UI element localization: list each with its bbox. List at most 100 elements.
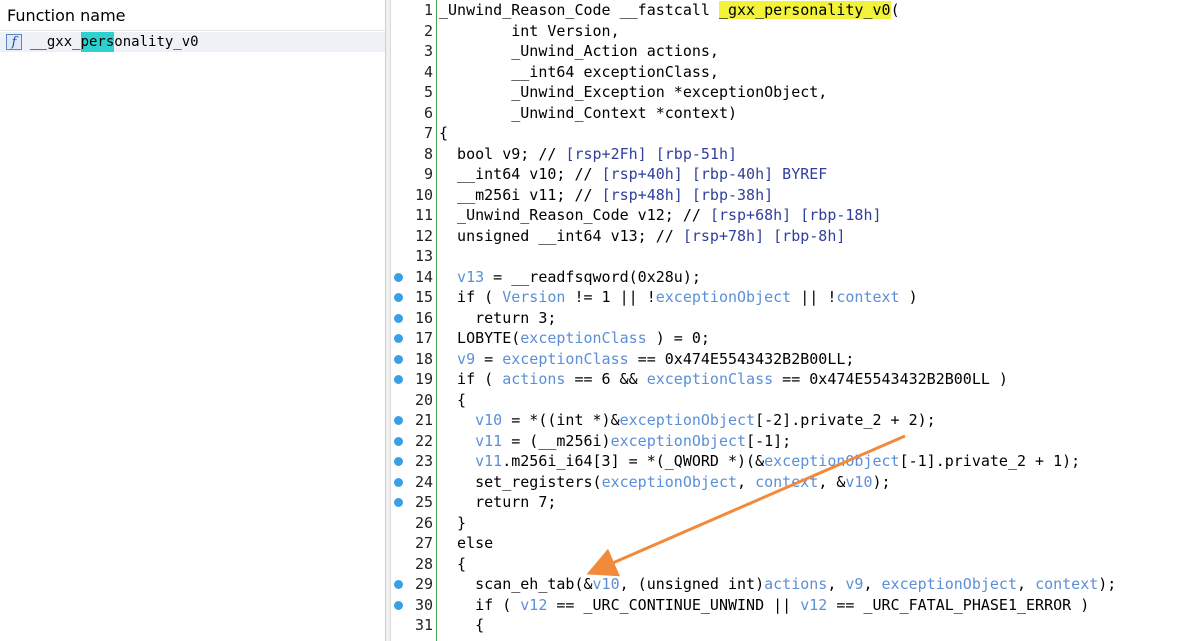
breakpoint-dot-icon[interactable] xyxy=(394,477,403,487)
code-text: __int64 v10; // [rsp+40h] [rbp-40h] BYRE… xyxy=(439,164,827,185)
breakpoint-dot-icon[interactable] xyxy=(394,580,403,589)
line-number: 22 xyxy=(414,431,433,450)
code-line[interactable]: 8 bool v9; // [rsp+2Fh] [rbp-51h] xyxy=(391,144,1200,165)
code-token: == _URC_CONTINUE_UNWIND || xyxy=(547,595,801,614)
code-line[interactable]: 2 int Version, xyxy=(391,21,1200,42)
code-token: } xyxy=(439,513,467,532)
line-number: 14 xyxy=(414,267,433,286)
code-line[interactable]: 6 _Unwind_Context *context) xyxy=(391,103,1200,124)
code-variable: v10 xyxy=(845,472,873,491)
code-line[interactable]: 7{ xyxy=(391,123,1200,144)
code-line[interactable]: 20 { xyxy=(391,390,1200,411)
code-line[interactable]: 5 _Unwind_Exception *exceptionObject, xyxy=(391,82,1200,103)
code-text: if ( Version != 1 || !exceptionObject ||… xyxy=(439,287,918,308)
code-variable: v10 xyxy=(439,411,503,429)
code-text: } xyxy=(439,513,466,534)
breakpoint-dot-icon[interactable] xyxy=(394,436,403,446)
code-comment: [rsp+78h] [rbp-8h] xyxy=(682,226,846,245)
code-token: scan_eh_tab(& xyxy=(439,575,593,593)
pseudocode-view[interactable]: 1 _Unwind_Reason_Code __fastcall _gxx_per… xyxy=(391,0,1200,641)
code-line[interactable]: 17 LOBYTE(exceptionClass ) = 0; xyxy=(391,328,1200,349)
line-number: 27 xyxy=(414,534,433,552)
line-number: 17 xyxy=(414,329,433,347)
breakpoint-dot-icon[interactable] xyxy=(394,313,403,323)
code-line[interactable]: 31 { xyxy=(391,615,1200,636)
code-line[interactable]: 21 v10 = *((int *)&exceptionObject[-2].p… xyxy=(391,410,1200,431)
code-line[interactable]: 15 if ( Version != 1 || !exceptionObject… xyxy=(391,287,1200,308)
breakpoint-dot-icon[interactable] xyxy=(394,498,403,507)
code-variable: actions xyxy=(764,575,828,593)
code-line[interactable]: 16 return 3; xyxy=(391,308,1200,329)
code-token: ); xyxy=(1098,575,1117,593)
code-line[interactable]: 28 { xyxy=(391,554,1200,575)
code-text: v11 = (__m256i)exceptionObject[-1]; xyxy=(439,431,791,452)
code-variable: exceptionObject xyxy=(764,452,900,470)
code-line[interactable]: 14 v13 = __readfsqword(0x28u); xyxy=(391,267,1200,288)
code-comment: [rsp+48h] [rbp-38h] xyxy=(601,185,774,204)
code-line[interactable]: 27 else xyxy=(391,533,1200,554)
code-token: __int64 exceptionClass, xyxy=(439,62,719,81)
code-line[interactable]: 1 _Unwind_Reason_Code __fastcall _gxx_per… xyxy=(391,0,1200,21)
code-text: { xyxy=(439,554,466,575)
breakpoint-dot-icon[interactable] xyxy=(394,416,403,425)
code-variable: actions xyxy=(502,370,566,388)
breakpoint-dot-icon[interactable] xyxy=(394,354,403,364)
code-token: { xyxy=(439,390,467,409)
code-line[interactable]: 10 __m256i v11; // [rsp+48h] [rbp-38h] xyxy=(391,185,1200,206)
code-line[interactable]: 11 _Unwind_Reason_Code v12; // [rsp+68h]… xyxy=(391,205,1200,226)
line-number: 24 xyxy=(414,472,433,491)
code-line[interactable]: 29 scan_eh_tab(&v10, (unsigned int)actio… xyxy=(391,574,1200,595)
code-token: _g xyxy=(718,1,738,19)
code-token: [-1]; xyxy=(746,431,792,450)
code-token: _Unwind_Context *context) xyxy=(439,103,738,122)
breakpoint-dot-icon[interactable] xyxy=(394,293,403,302)
code-line[interactable]: 3 _Unwind_Action actions, xyxy=(391,41,1200,62)
code-line[interactable]: 9 __int64 v10; // [rsp+40h] [rbp-40h] BY… xyxy=(391,164,1200,185)
breakpoint-dot-icon[interactable] xyxy=(394,272,403,282)
code-variable: v12 xyxy=(800,595,828,614)
code-line[interactable]: 23 v11.m256i_i64[3] = *(_QWORD *)(&excep… xyxy=(391,451,1200,472)
code-token: _Unwind_Reason_Code v12; // xyxy=(439,206,710,224)
breakpoint-dot-icon[interactable] xyxy=(394,375,403,384)
code-line[interactable]: 25 return 7; xyxy=(391,492,1200,513)
code-line[interactable]: 30 if ( v12 == _URC_CONTINUE_UNWIND || v… xyxy=(391,595,1200,616)
code-line[interactable]: 19 if ( actions == 6 && exceptionClass =… xyxy=(391,369,1200,390)
code-line[interactable]: 22 v11 = (__m256i)exceptionObject[-1]; xyxy=(391,431,1200,452)
line-number: 13 xyxy=(414,247,433,265)
breakpoint-dot-icon[interactable] xyxy=(394,600,403,610)
breakpoint-dot-icon[interactable] xyxy=(394,457,403,466)
code-token: _Unwind_Reason_Code __fastcall xyxy=(439,1,719,19)
code-text: _Unwind_Action actions, xyxy=(439,41,719,62)
code-line[interactable]: 26 } xyxy=(391,513,1200,534)
line-number: 2 xyxy=(423,21,433,40)
line-number: 18 xyxy=(414,349,433,368)
functions-panel-header[interactable]: Function name xyxy=(0,0,385,31)
code-text: { xyxy=(439,615,484,636)
code-comment: [rsp+68h] [rbp-18h] xyxy=(709,206,882,224)
breakpoint-dot-icon[interactable] xyxy=(394,334,403,343)
code-line[interactable]: 13 xyxy=(391,246,1200,267)
code-token: == 0x474E5543432B2B00LL; xyxy=(628,349,855,368)
code-text: if ( actions == 6 && exceptionClass == 0… xyxy=(439,369,1008,390)
code-variable: context xyxy=(755,472,819,491)
code-variable: context xyxy=(1035,575,1099,593)
code-line[interactable]: 4 __int64 exceptionClass, xyxy=(391,62,1200,83)
function-name-prefix: __gxx_ xyxy=(30,34,81,50)
code-text: _Unwind_Reason_Code v12; // [rsp+68h] [r… xyxy=(439,205,882,226)
code-token: unsigned __int64 v13; // xyxy=(439,226,683,245)
code-text: _Unwind_Reason_Code __fastcall _gxx_pers… xyxy=(439,0,900,21)
code-line[interactable]: 24 set_registers(exceptionObject, contex… xyxy=(391,472,1200,493)
code-token: { xyxy=(439,616,485,634)
code-variable: context xyxy=(836,288,900,306)
code-line[interactable]: 12 unsigned __int64 v13; // [rsp+78h] [r… xyxy=(391,226,1200,247)
line-number: 9 xyxy=(423,165,433,183)
code-line[interactable]: 18 v9 = exceptionClass == 0x474E5543432B… xyxy=(391,349,1200,370)
code-text: v9 = exceptionClass == 0x474E5543432B2B0… xyxy=(439,349,854,370)
code-text: if ( v12 == _URC_CONTINUE_UNWIND || v12 … xyxy=(439,595,1089,616)
code-variable: exceptionClass xyxy=(502,349,629,368)
code-text: { xyxy=(439,123,448,144)
code-variable: v9 xyxy=(845,575,864,593)
code-token: else xyxy=(439,534,494,552)
function-list-item[interactable]: f __gxx_ pers onality_v0 xyxy=(0,32,385,52)
code-text: { xyxy=(439,390,466,411)
